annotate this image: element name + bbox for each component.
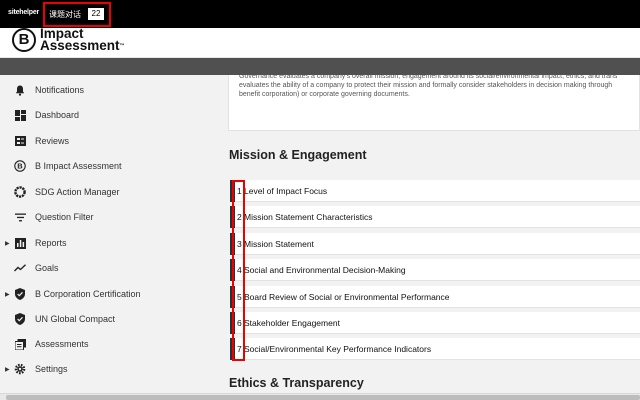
- sidebar-item-label: Question Filter: [35, 212, 94, 222]
- question-label: Board Review of Social or Environmental …: [244, 291, 450, 302]
- sidebar-item-un-global-compact[interactable]: UN Global Compact: [0, 308, 214, 330]
- question-label: Mission Statement: [244, 238, 314, 249]
- shield-check-icon: [14, 288, 26, 300]
- sidebar-item-reviews[interactable]: Reviews: [0, 130, 214, 152]
- main-content: Governance evaluates a company's overall…: [214, 72, 640, 393]
- trend-icon: [14, 262, 26, 274]
- app-header: B Impact Assessment™: [0, 27, 640, 58]
- question-label: Mission Statement Characteristics: [244, 211, 373, 222]
- question-label: Social/Environmental Key Performance Ind…: [244, 343, 432, 354]
- brand-line-2: Assessment™: [40, 38, 125, 53]
- question-label: Stakeholder Engagement: [244, 317, 340, 328]
- description-line-2: evaluates the ability of a company to pr…: [239, 82, 613, 89]
- sidebar-item-label: Reports: [35, 238, 67, 248]
- sdg-icon: [14, 186, 26, 198]
- sidebar-item-reports[interactable]: ▶ Reports: [0, 232, 214, 254]
- reviews-icon: [14, 135, 26, 147]
- description-card: Governance evaluates a company's overall…: [228, 72, 640, 131]
- bell-icon: [14, 84, 26, 96]
- sidebar-item-label: B Corporation Certification: [35, 289, 141, 299]
- brand-name[interactable]: Impact Assessment™: [40, 27, 125, 53]
- annotation-highlight-box: [232, 180, 245, 361]
- extension-label[interactable]: 课题对话: [49, 9, 81, 20]
- sidebar-item-settings[interactable]: ▶ Settings: [0, 358, 214, 380]
- sidebar-item-b-impact-assessment[interactable]: B B Impact Assessment: [0, 155, 214, 177]
- gear-icon: [14, 363, 26, 375]
- sidebar-item-dashboard[interactable]: Dashboard: [0, 104, 214, 126]
- shield-check-icon: [14, 313, 26, 325]
- sidebar-item-assessments[interactable]: Assessments: [0, 333, 214, 355]
- question-row[interactable]: 1 Level of Impact Focus: [230, 180, 640, 202]
- bar-chart-icon: [14, 237, 26, 249]
- description-text: Governance evaluates a company's overall…: [239, 72, 640, 99]
- svg-text:B: B: [17, 162, 23, 171]
- sidebar-item-label: Notifications: [35, 85, 85, 95]
- sidebar-item-notifications[interactable]: Notifications: [0, 79, 214, 101]
- question-row[interactable]: 7 Social/Environmental Key Performance I…: [230, 338, 640, 360]
- question-row[interactable]: 3 Mission Statement: [230, 233, 640, 255]
- sidebar-item-label: B Impact Assessment: [35, 161, 122, 171]
- description-line-3: benefit corporation) or corporate govern…: [239, 91, 410, 98]
- horizontal-scrollbar[interactable]: [0, 393, 640, 400]
- sidebar-item-label: UN Global Compact: [35, 314, 116, 324]
- question-label: Level of Impact Focus: [244, 185, 328, 196]
- sidebar-item-label: Dashboard: [35, 110, 80, 120]
- section-title-mission-engagement: Mission & Engagement: [229, 148, 367, 162]
- question-label: Social and Environmental Decision-Making: [244, 264, 406, 275]
- extension-toolbar: sitehelper 课题对话 22: [0, 0, 640, 28]
- section-title-ethics-transparency: Ethics & Transparency: [229, 376, 364, 390]
- dashboard-icon: [14, 109, 26, 121]
- sidebar-item-label: Reviews: [35, 136, 70, 146]
- sidebar-item-sdg-action-manager[interactable]: SDG Action Manager: [0, 181, 214, 203]
- question-row[interactable]: 2 Mission Statement Characteristics: [230, 206, 640, 228]
- sidebar: Notifications Dashboard Reviews B B Impa…: [0, 75, 214, 393]
- expand-caret-icon[interactable]: ▶: [5, 291, 10, 298]
- sidebar-item-b-corporation-certification[interactable]: ▶ B Corporation Certification: [0, 283, 214, 305]
- sidebar-item-label: Assessments: [35, 339, 89, 349]
- sidebar-item-goals[interactable]: Goals: [0, 257, 214, 279]
- extension-count-badge[interactable]: 22: [88, 8, 104, 20]
- sidebar-item-question-filter[interactable]: Question Filter: [0, 206, 214, 228]
- question-row[interactable]: 6 Stakeholder Engagement: [230, 312, 640, 334]
- sidebar-item-label: Settings: [35, 364, 68, 374]
- sidebar-item-label: SDG Action Manager: [35, 187, 120, 197]
- question-row[interactable]: 5 Board Review of Social or Environmenta…: [230, 286, 640, 308]
- stack-icon: [14, 338, 26, 350]
- description-line-1: Governance evaluates a company's overall…: [239, 73, 618, 80]
- b-corp-logo[interactable]: B: [12, 28, 36, 52]
- b-logo-icon: B: [14, 160, 26, 172]
- expand-caret-icon[interactable]: ▶: [5, 366, 10, 373]
- expand-caret-icon[interactable]: ▶: [5, 240, 10, 247]
- brand-line-2-text: Assessment: [40, 38, 120, 53]
- question-row[interactable]: 4 Social and Environmental Decision-Maki…: [230, 259, 640, 281]
- filter-icon: [14, 211, 26, 223]
- extension-logo: sitehelper: [8, 9, 40, 16]
- sidebar-item-label: Goals: [35, 263, 59, 273]
- scrollbar-thumb[interactable]: [6, 395, 640, 400]
